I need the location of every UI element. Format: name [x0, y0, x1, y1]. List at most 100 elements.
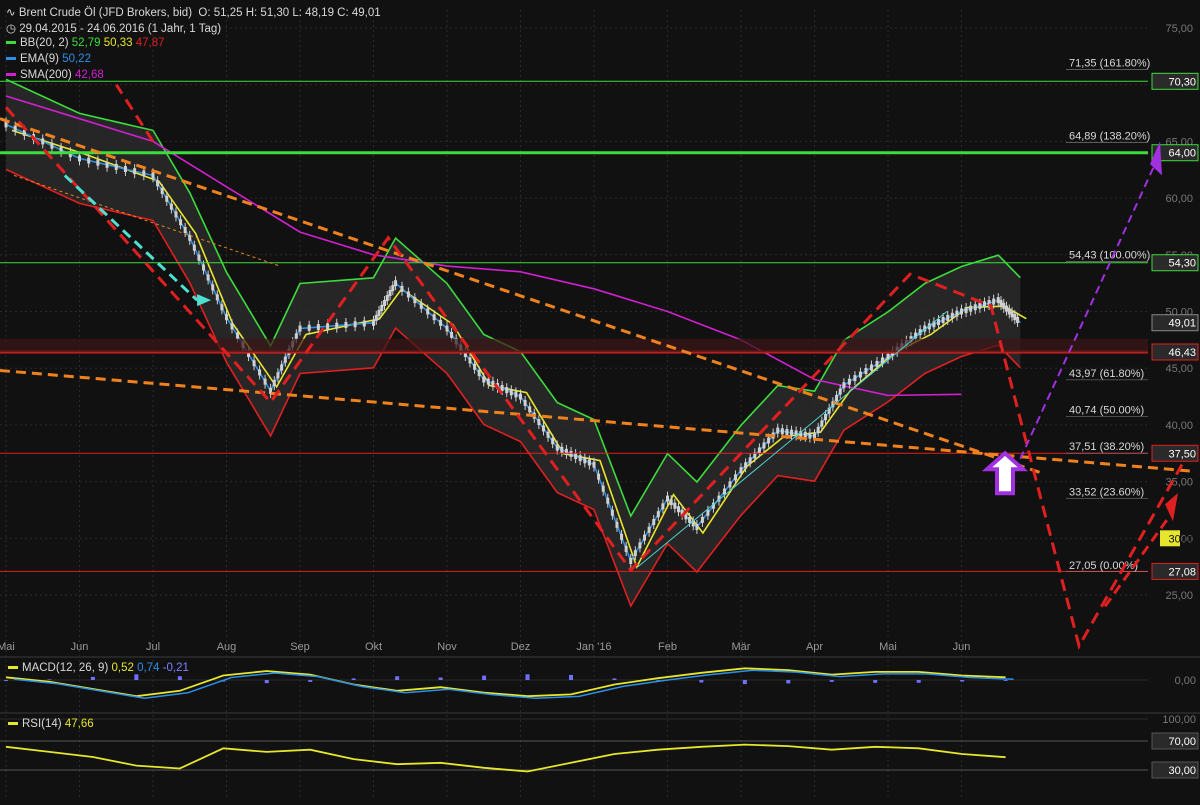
- price-candle-body: [808, 432, 812, 439]
- price-candle-body: [509, 389, 513, 396]
- price-candle-body: [597, 473, 601, 480]
- price-candle-body: [353, 321, 357, 328]
- x-tick-label: Mai: [0, 641, 15, 653]
- price-candle-body: [215, 294, 219, 301]
- price-candle-body: [762, 442, 766, 449]
- price-candle-body: [225, 314, 228, 321]
- price-candle-body: [445, 325, 449, 332]
- price-candle-body: [383, 299, 387, 306]
- rsi-tick-label: 70,00: [1168, 736, 1196, 748]
- resistance-zone: [0, 338, 1148, 353]
- price-candle-body: [505, 387, 509, 394]
- price-candle-body: [1005, 305, 1009, 312]
- x-tick-label: Mai: [879, 641, 897, 653]
- price-candle-body: [413, 297, 417, 304]
- price-label-text: 64,00: [1168, 148, 1196, 160]
- price-candle-body: [853, 375, 857, 382]
- price-candle-body: [978, 302, 982, 309]
- price-candle-body: [669, 499, 673, 506]
- sma-label: SMA(200): [20, 69, 72, 81]
- price-candle-body: [673, 502, 677, 509]
- price-candle-body: [629, 557, 633, 564]
- price-candle-body: [695, 523, 699, 530]
- price-candle-body: [937, 319, 941, 326]
- price-candle-body: [643, 534, 647, 541]
- ema-label: EMA(9): [20, 53, 59, 65]
- price-candle-body: [1002, 302, 1006, 309]
- price-candle-body: [950, 312, 954, 319]
- price-candle-body: [528, 406, 532, 413]
- price-candle-body: [615, 521, 619, 528]
- price-candle-body: [560, 446, 564, 453]
- price-candle-body: [202, 264, 206, 271]
- price-label-text: 30,00: [1168, 533, 1196, 545]
- price-candle-body: [864, 368, 868, 375]
- price-label-text: 49,01: [1168, 318, 1196, 330]
- price-candle-body: [388, 290, 392, 297]
- price-candle-body: [523, 399, 527, 406]
- x-tick-label: Jun: [953, 641, 971, 653]
- price-candle-body: [946, 314, 950, 321]
- price-candle-body: [652, 518, 656, 525]
- price-candle-body: [537, 419, 541, 426]
- ohlc-values: O: 51,25 H: 51,30 L: 48,19 C: 49,01: [198, 7, 381, 19]
- y-tick-label: 25,00: [1165, 590, 1193, 602]
- bb-middle-value: 50,33: [103, 37, 133, 49]
- price-candle-body: [114, 163, 118, 170]
- price-candle-body: [374, 314, 378, 321]
- x-tick-label: Jan '16: [576, 641, 611, 653]
- price-candle-body: [394, 280, 398, 287]
- price-candle-body: [220, 304, 224, 311]
- price-candle-body: [283, 356, 287, 363]
- price-candle-body: [211, 284, 215, 291]
- price-candle-body: [280, 364, 284, 371]
- price-candle-body: [372, 319, 375, 326]
- price-candle-body: [847, 378, 851, 385]
- price-candle-body: [344, 321, 348, 328]
- price-candle-body: [362, 320, 366, 327]
- price-candle-body: [592, 461, 596, 468]
- price-candle-body: [601, 485, 605, 492]
- price-candle-body: [835, 394, 839, 401]
- price-candle-body: [661, 503, 665, 510]
- price-candle-body: [583, 457, 587, 464]
- price-candle-body: [869, 364, 873, 371]
- bb-label: BB(20, 2): [20, 37, 69, 49]
- macd-value: 0,52: [111, 662, 134, 674]
- price-candle-body: [419, 302, 423, 309]
- price-candle-body: [776, 427, 780, 434]
- price-candle-body: [78, 155, 81, 162]
- price-candle-body: [160, 188, 164, 195]
- price-candle-body: [1007, 308, 1011, 315]
- fib-level-label: 33,52 (23.60%): [1069, 486, 1144, 498]
- price-candle-body: [133, 168, 137, 175]
- price-candle-body: [1013, 314, 1017, 321]
- price-candle-body: [192, 244, 196, 251]
- y-tick-label: 40,00: [1165, 420, 1193, 432]
- sma-swatch: [6, 73, 16, 77]
- price-candle-body: [236, 332, 240, 339]
- legend-ema: EMA(9) 50,22: [6, 53, 91, 65]
- fib-level-label: 37,51 (38.20%): [1069, 441, 1144, 453]
- price-candle-body: [197, 254, 201, 261]
- price-label-text: 27,08: [1168, 566, 1196, 578]
- price-candle-body: [739, 467, 743, 474]
- fib-level-label: 71,35 (161.80%): [1069, 57, 1150, 69]
- price-candle-body: [482, 376, 486, 383]
- price-candle-body: [156, 180, 160, 187]
- period-label: 29.04.2015 - 24.06.2016 (1 Jahr, 1 Tag): [19, 23, 222, 35]
- bb-upper-value: 52,79: [71, 37, 101, 49]
- price-candle-body: [973, 304, 977, 311]
- price-candle-body: [638, 542, 642, 549]
- fib-level-label: 64,89 (138.20%): [1069, 131, 1150, 143]
- price-candle-body: [733, 474, 737, 481]
- price-candle-body: [123, 166, 127, 173]
- macd-label: MACD(12, 26, 9): [22, 662, 109, 674]
- price-candle-body: [722, 488, 726, 495]
- x-tick-label: Jun: [71, 641, 89, 653]
- sma-value: 42,68: [74, 69, 104, 81]
- y-tick-label: 60,00: [1165, 193, 1193, 205]
- price-candle-body: [326, 323, 330, 330]
- price-candle-body: [169, 203, 173, 210]
- legend-bb: BB(20, 2) 52,79 50,33 47,87: [6, 37, 165, 49]
